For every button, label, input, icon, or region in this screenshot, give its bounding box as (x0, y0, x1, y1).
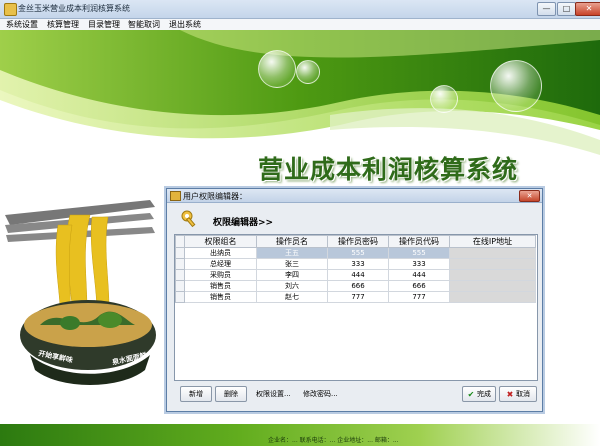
table-row[interactable]: 采购员 李四 444 444 (175, 269, 536, 281)
bubble (258, 50, 296, 88)
menu-exit[interactable]: 退出系统 (169, 19, 201, 30)
table-cell[interactable]: 555 (388, 247, 450, 259)
table-cell[interactable]: 张三 (256, 258, 328, 270)
cancel-icon: ✖ (506, 390, 514, 399)
permission-settings-link[interactable]: 权限设置... (256, 389, 291, 399)
dialog-title: 用户权限编辑器： (183, 192, 247, 201)
dialog-close-button[interactable]: ✕ (519, 190, 540, 202)
editor-label: 权限编辑器>> (213, 218, 274, 228)
table-row[interactable]: 总经理 张三 333 333 (175, 258, 536, 270)
table-header-row: 权限组名 操作员名 操作员密码 操作员代码 在线IP地址 (175, 235, 536, 248)
row-indicator (175, 280, 185, 292)
table-cell[interactable] (449, 269, 536, 281)
change-password-link[interactable]: 修改密码... (303, 389, 338, 399)
table-cell[interactable] (449, 280, 536, 292)
table-cell[interactable]: 销售员 (184, 280, 257, 292)
table-cell[interactable]: 777 (327, 291, 389, 303)
table-cell[interactable]: 444 (327, 269, 389, 281)
cancel-label: 取消 (516, 390, 530, 398)
status-text: 企业名：... 联系电话：... 企业地址：... 邮箱：... (268, 437, 399, 444)
noodle-bowl-image (5, 200, 156, 385)
row-indicator (175, 269, 185, 281)
add-button[interactable]: 新增 (180, 386, 212, 402)
column-header[interactable]: 在线IP地址 (449, 235, 536, 248)
table-row[interactable]: 销售员 刘六 666 666 (175, 280, 536, 292)
dialog-icon (170, 191, 181, 201)
menu-bar: 系统设置 核算管理 目录管理 智能取词 退出系统 (0, 19, 600, 30)
table-cell[interactable]: 李四 (256, 269, 328, 281)
column-header[interactable]: 操作员密码 (327, 235, 389, 248)
maximize-button[interactable]: □ (557, 2, 576, 16)
table-cell[interactable]: 王五 (256, 247, 328, 259)
table-cell[interactable]: 666 (327, 280, 389, 292)
menu-catalog[interactable]: 目录管理 (88, 19, 120, 30)
row-indicator (175, 258, 185, 270)
menu-accounting[interactable]: 核算管理 (47, 19, 79, 30)
table-cell[interactable]: 赵七 (256, 291, 328, 303)
table-cell[interactable] (449, 291, 536, 303)
window-titlebar: 金丝玉米营业成本利润核算系统 — □ ✕ (0, 0, 600, 19)
minimize-button[interactable]: — (537, 2, 556, 16)
table-cell[interactable]: 333 (388, 258, 450, 270)
check-icon: ✔ (467, 390, 475, 399)
menu-system-settings[interactable]: 系统设置 (6, 19, 38, 30)
table-cell[interactable]: 666 (388, 280, 450, 292)
table-cell[interactable]: 出纳员 (184, 247, 257, 259)
window-title: 金丝玉米营业成本利润核算系统 (18, 4, 130, 13)
dialog-button-bar: 新增 删除 权限设置... 修改密码... ✔ 完成 ✖ 取消 (167, 384, 542, 408)
system-title: 营业成本利润核算系统 (258, 155, 519, 184)
permission-editor-dialog: 用户权限编辑器： ✕ 权限编辑器>> 权限组名 操作员名 操作员密码 操作员代码… (166, 188, 543, 412)
row-indicator (175, 291, 185, 303)
column-header[interactable]: 权限组名 (184, 235, 257, 248)
column-header[interactable]: 操作员代码 (388, 235, 450, 248)
done-button[interactable]: ✔ 完成 (462, 386, 496, 402)
bubble (490, 60, 542, 112)
delete-button[interactable]: 删除 (215, 386, 247, 402)
table-cell[interactable]: 刘六 (256, 280, 328, 292)
menu-smart-words[interactable]: 智能取词 (128, 19, 160, 30)
cancel-button[interactable]: ✖ 取消 (499, 386, 537, 402)
bubble (296, 60, 320, 84)
table-cell[interactable] (449, 258, 536, 270)
table-cell[interactable]: 444 (388, 269, 450, 281)
table-cell[interactable]: 采购员 (184, 269, 257, 281)
bubble (430, 85, 458, 113)
user-table: 权限组名 操作员名 操作员密码 操作员代码 在线IP地址 出纳员 王五 555 … (174, 234, 538, 381)
key-icon (181, 210, 196, 228)
close-button[interactable]: ✕ (575, 2, 600, 16)
table-cell[interactable]: 333 (327, 258, 389, 270)
app-icon (4, 3, 17, 16)
column-header[interactable]: 操作员名 (256, 235, 328, 248)
table-cell[interactable]: 销售员 (184, 291, 257, 303)
dialog-titlebar: 用户权限编辑器： ✕ (167, 189, 542, 203)
table-row[interactable]: 出纳员 王五 555 555 (175, 247, 536, 259)
table-cell[interactable]: 总经理 (184, 258, 257, 270)
row-indicator (175, 247, 185, 259)
table-row[interactable]: 销售员 赵七 777 777 (175, 291, 536, 303)
table-cell[interactable]: 777 (388, 291, 450, 303)
table-cell[interactable]: 555 (327, 247, 389, 259)
done-label: 完成 (477, 390, 491, 398)
table-cell[interactable] (449, 247, 536, 259)
status-bar: 企业名：... 联系电话：... 企业地址：... 邮箱：... (0, 434, 600, 446)
row-indicator-header (175, 235, 185, 248)
